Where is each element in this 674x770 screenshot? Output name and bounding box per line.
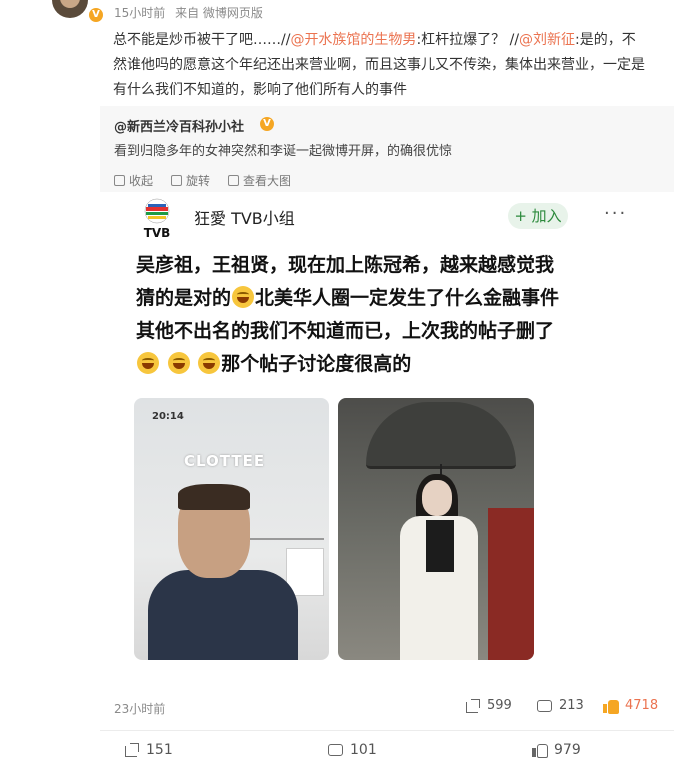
repost-text: 总不能是炒币被干了吧……//@开水族馆的生物男:杠杆拉爆了？ //@刘新征:是的… (113, 28, 648, 103)
post-source: 来自 微博网页版 (175, 6, 263, 20)
card-line-1: 吴彦祖，王祖贤，现在加上陈冠希，越来越感觉我 (136, 254, 555, 276)
card-share-count: 599 (487, 698, 512, 713)
laughing-emoji-icon (198, 352, 221, 374)
collapse-icon (114, 175, 125, 186)
mention-link[interactable]: @刘新征 (519, 32, 575, 48)
red-wall (488, 508, 534, 660)
card-like-count: 4718 (625, 698, 659, 713)
card-like-button[interactable]: 4718 (603, 698, 659, 714)
photo-man[interactable]: 20:14 CLOTTEE (134, 398, 329, 660)
like-button[interactable]: 979 (532, 742, 581, 758)
laughing-emoji-icon (137, 352, 159, 374)
tvb-logo: TVB (136, 197, 178, 241)
avatar[interactable] (52, 0, 88, 18)
share-icon (465, 698, 480, 713)
verified-badge-icon: V (260, 117, 274, 131)
rotate-icon (171, 175, 183, 186)
comment-button[interactable]: 101 (328, 742, 377, 758)
rotate-button[interactable]: 旋转 (171, 172, 210, 189)
card-comment-count: 213 (559, 698, 584, 713)
quoted-post: @新西兰冷百科孙小社 V 看到归隐多年的女神突然和李诞一起微博开屏，的确很优惊 … (100, 106, 674, 192)
verified-badge-icon: V (89, 8, 103, 22)
clothes-rack (244, 538, 324, 540)
view-image-label: 查看大图 (243, 174, 292, 188)
person-hair (178, 484, 250, 510)
card-comment-button[interactable]: 213 (537, 698, 584, 713)
laughing-emoji-icon (167, 352, 190, 374)
card-line-3: 其他不出名的我们不知道而已，上次我的帖子删了 (136, 320, 555, 342)
share-button[interactable]: 151 (124, 742, 173, 758)
laughing-emoji-icon (232, 286, 255, 308)
rotate-label: 旋转 (186, 174, 211, 188)
embedded-image-card[interactable]: TVB 狂愛 TVB小组 + 加入 ··· 吴彦祖，王祖贤，现在加上陈冠希，越来… (120, 193, 654, 680)
card-share-button[interactable]: 599 (465, 698, 512, 713)
card-time: 23小时前 (114, 702, 166, 716)
divider (100, 730, 674, 731)
share-icon (124, 743, 139, 757)
comment-icon (537, 699, 552, 713)
card-line-4-text: 那个帖子讨论度很高的 (221, 353, 412, 375)
share-count: 151 (146, 742, 173, 758)
mention-link[interactable]: @开水族馆的生物男 (290, 32, 416, 48)
card-post-text: 吴彦祖，王祖贤，现在加上陈冠希，越来越感觉我 猜的是对的 北美华人圈一定发生了什么… (136, 249, 636, 381)
post-time[interactable]: 15小时前 (114, 6, 165, 20)
brand-watermark: CLOTTEE (184, 452, 266, 470)
photo-timestamp: 20:14 (152, 411, 184, 422)
person-body (148, 570, 298, 660)
umbrella (366, 402, 516, 469)
quoted-author[interactable]: @新西兰冷百科孙小社 (114, 116, 244, 135)
repost-text-lead: 总不能是炒币被干了吧……// (113, 32, 291, 48)
post-meta: 15小时前 来自 微博网页版 (114, 4, 269, 21)
card-line-2: 猜的是对的 北美华人圈一定发生了什么金融事件 (136, 282, 636, 315)
view-image-button[interactable]: 查看大图 (228, 172, 291, 189)
person-head (422, 480, 452, 516)
repost-text-mid: :杠杆拉爆了？ // (416, 32, 520, 48)
image-actions: 收起 旋转 查看大图 (114, 172, 291, 189)
comment-count: 101 (350, 742, 377, 758)
group-name[interactable]: 狂愛 TVB小组 (194, 205, 295, 229)
comment-icon (328, 743, 343, 757)
card-line-2b: 北美华人圈一定发生了什么金融事件 (255, 287, 560, 309)
collapse-button[interactable]: 收起 (114, 172, 153, 189)
more-icon[interactable]: ··· (604, 203, 627, 224)
photo-woman[interactable] (338, 398, 534, 660)
view-image-icon (228, 175, 240, 186)
like-count: 979 (554, 742, 581, 758)
join-button[interactable]: + 加入 (508, 203, 568, 229)
card-line-2a: 猜的是对的 (136, 287, 232, 309)
collapse-label: 收起 (129, 174, 154, 188)
quoted-text: 看到归隐多年的女神突然和李诞一起微博开屏，的确很优惊 (114, 144, 453, 159)
like-icon (603, 699, 619, 714)
like-icon (532, 743, 548, 758)
card-line-4: 那个帖子讨论度很高的 (136, 348, 636, 381)
svg-text:TVB: TVB (144, 226, 171, 240)
person-top (426, 520, 454, 572)
